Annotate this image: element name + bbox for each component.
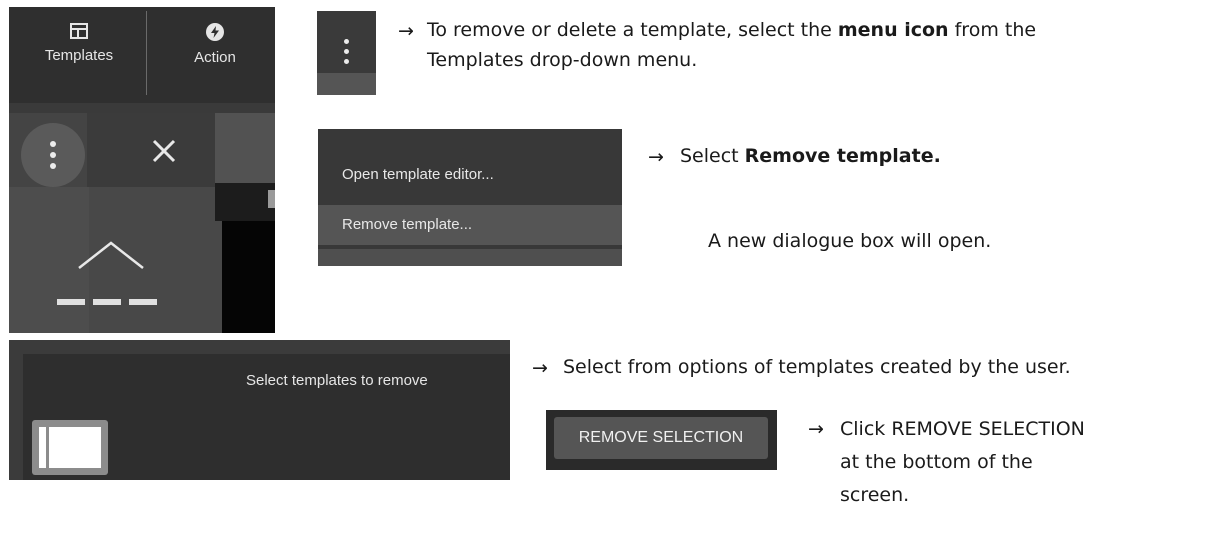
step1-text: To remove or delete a template, select t… xyxy=(427,15,1213,75)
kebab-dot xyxy=(344,59,349,64)
step4-line2: at the bottom of the xyxy=(840,451,1033,473)
kebab-menu-icon xyxy=(50,141,56,147)
arrow-bullet: → xyxy=(398,20,414,42)
panel-top-strip xyxy=(9,103,275,113)
step3-text: Select from options of templates created… xyxy=(563,356,1071,378)
step1-after: from the xyxy=(948,19,1037,41)
kebab-menu-button[interactable] xyxy=(21,123,85,187)
arrow-bullet: → xyxy=(808,418,824,440)
context-menu-screenshot: Open template editor... Remove template.… xyxy=(318,129,622,266)
step1-bold: menu icon xyxy=(837,19,949,41)
step1-line2: Templates drop-down menu. xyxy=(427,49,698,71)
templates-toolbar-screenshot: Templates Action xyxy=(9,7,275,333)
remove-dialog-screenshot: Select templates to remove xyxy=(9,340,510,480)
thumbnail-bar xyxy=(46,427,49,468)
step2-bold: Remove template. xyxy=(744,145,941,167)
panel-block-right xyxy=(215,113,275,187)
step1-line1: To remove or delete a template, select t… xyxy=(427,15,1213,45)
step4-line1: Click REMOVE SELECTION xyxy=(840,418,1085,440)
scrollbar-thumb[interactable] xyxy=(268,190,275,208)
remove-selection-button[interactable]: REMOVE SELECTION xyxy=(554,417,768,459)
arrow-bullet: → xyxy=(648,146,664,168)
step1-before: To remove or delete a template, select t… xyxy=(427,19,838,41)
menu-item-remove-template[interactable]: Remove template... xyxy=(318,205,622,245)
template-grid-icon xyxy=(70,23,88,39)
dialog-title: Select templates to remove xyxy=(246,372,428,389)
panel-preview-area xyxy=(222,221,275,333)
remove-selection-screenshot: REMOVE SELECTION xyxy=(546,410,777,470)
kebab-dot xyxy=(50,152,56,158)
templates-label: Templates xyxy=(44,47,114,64)
chevron-up-icon[interactable] xyxy=(77,240,145,270)
dialog-left-strip xyxy=(9,354,23,480)
kebab-dot xyxy=(344,49,349,54)
dash-indicator xyxy=(57,299,85,305)
templates-button[interactable]: Templates xyxy=(19,7,139,64)
template-thumbnail[interactable] xyxy=(32,420,108,475)
step2-text: Select Remove template. xyxy=(680,141,941,171)
menu-bottom-strip xyxy=(318,249,622,266)
step4-line3: screen. xyxy=(840,484,910,506)
dialog-top-strip xyxy=(9,340,510,354)
panel-dark-strip xyxy=(215,183,275,221)
step4-text: Click REMOVE SELECTION at the bottom of … xyxy=(840,413,1085,512)
kebab-menu-icon[interactable] xyxy=(344,39,349,44)
close-icon[interactable] xyxy=(151,138,177,164)
dash-indicator xyxy=(129,299,157,305)
toolbar-divider xyxy=(146,11,147,95)
arrow-bullet: → xyxy=(532,357,548,379)
step2-note: A new dialogue box will open. xyxy=(708,230,992,252)
step2-before: Select xyxy=(680,145,745,167)
bolt-icon xyxy=(206,23,224,41)
dash-indicator xyxy=(93,299,121,305)
action-button[interactable]: Action xyxy=(155,7,275,66)
menu-icon-screenshot xyxy=(317,11,376,95)
menu-item-open-template-editor[interactable]: Open template editor... xyxy=(318,155,622,195)
thumb-lower-strip xyxy=(317,73,376,95)
kebab-dot xyxy=(50,163,56,169)
action-label: Action xyxy=(194,49,236,66)
